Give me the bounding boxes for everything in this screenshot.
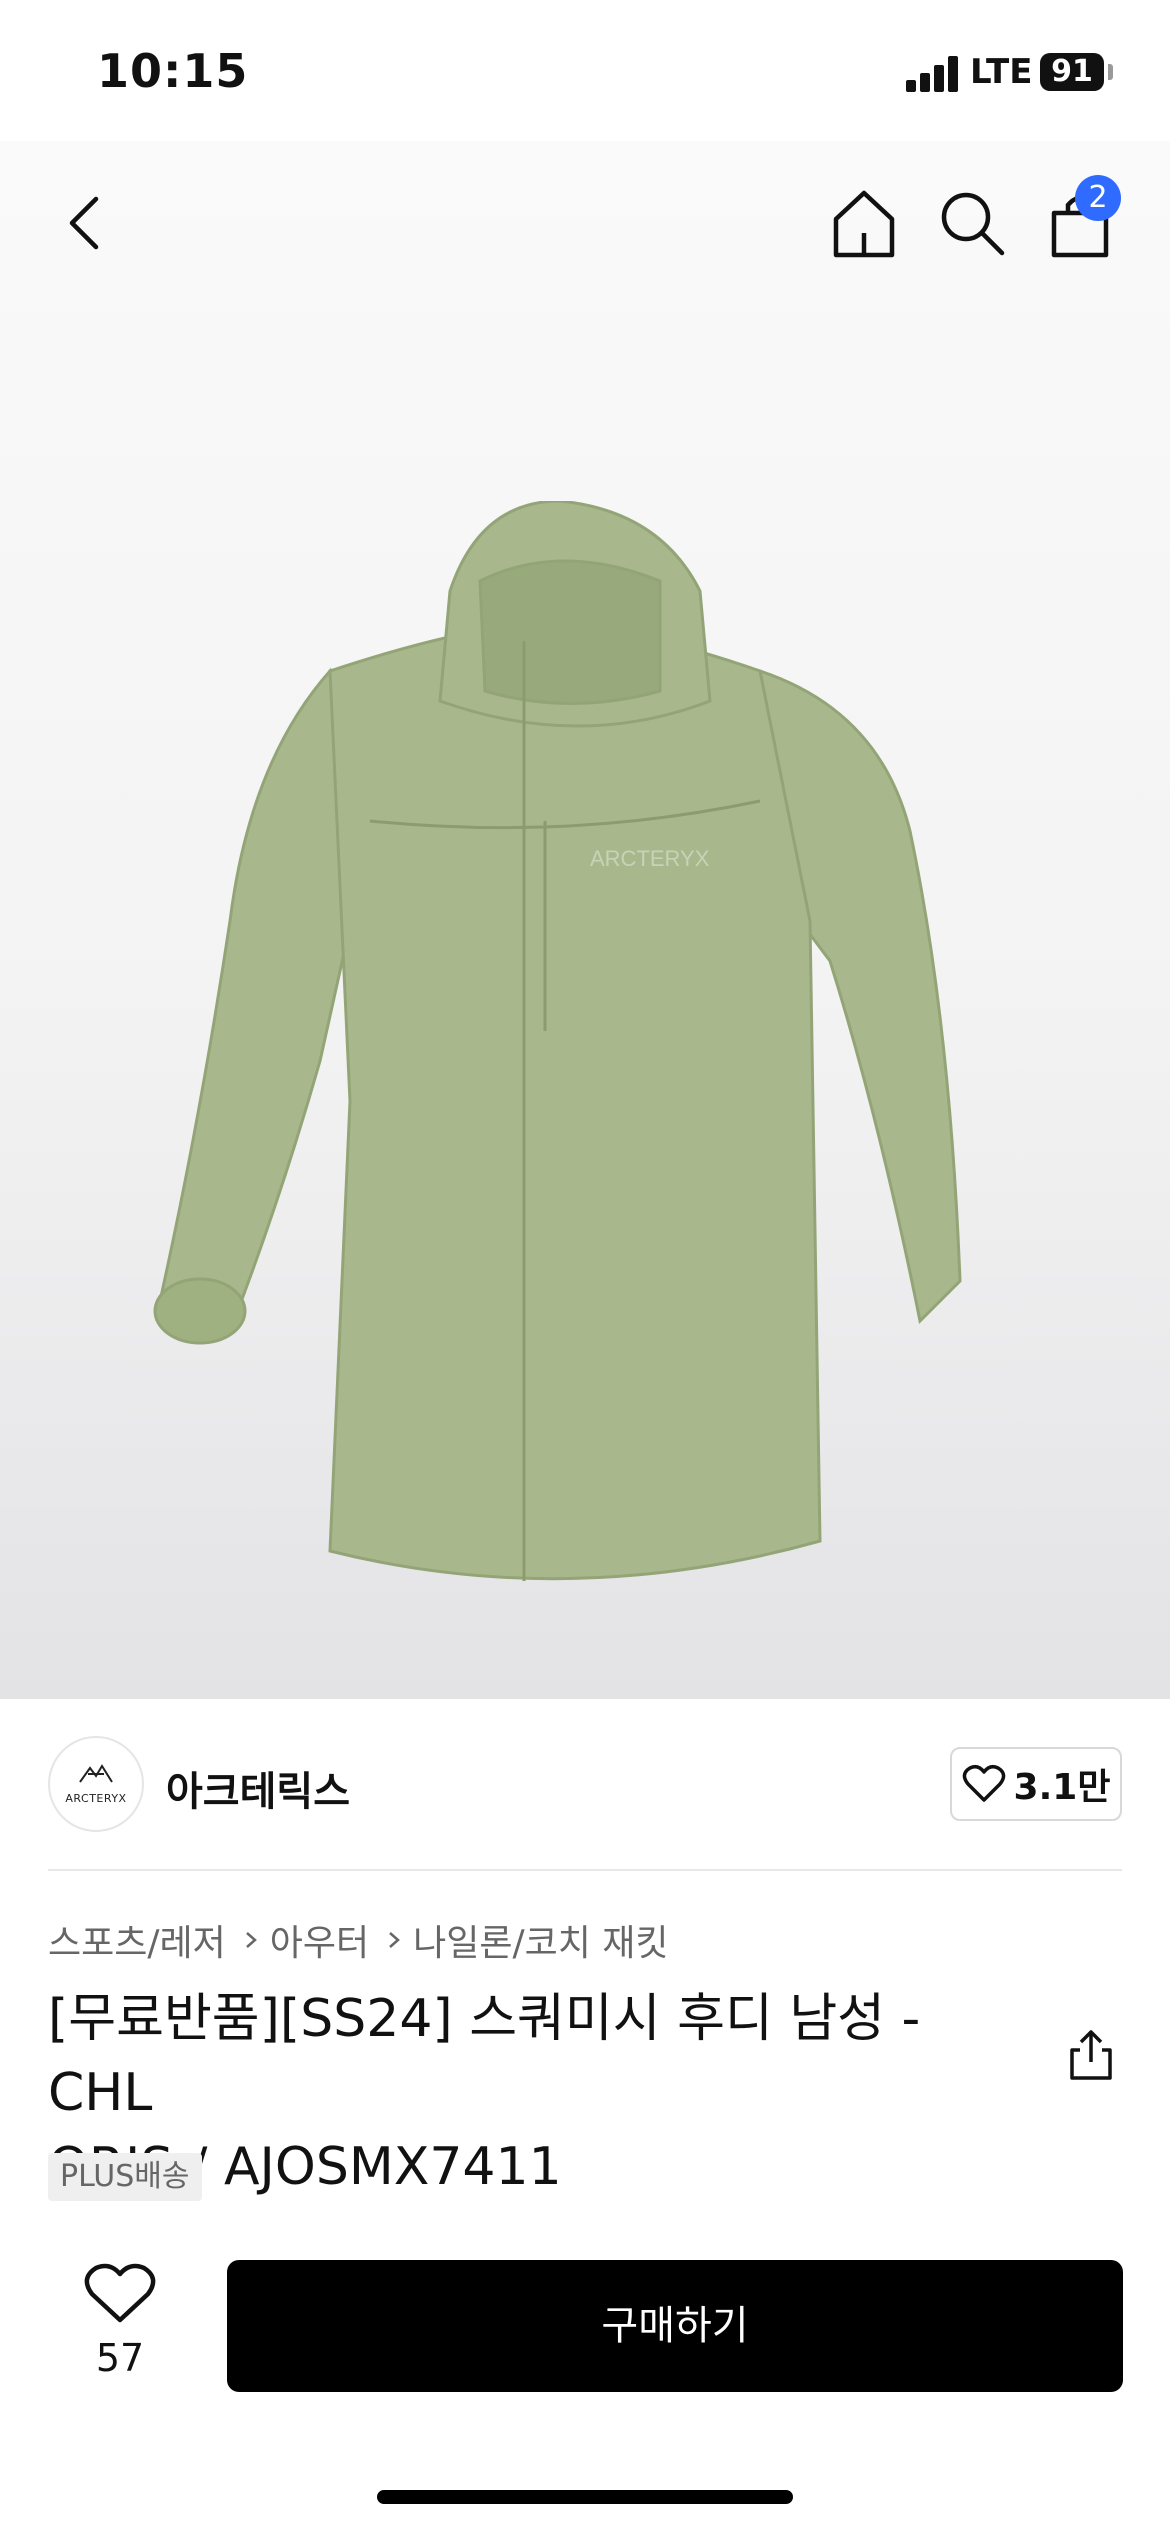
shipping-badge: PLUS배송 (48, 2153, 202, 2201)
status-time: 10:15 (97, 44, 249, 98)
battery-nub (1108, 64, 1113, 80)
brand-name[interactable]: 아크테릭스 (166, 1759, 350, 1817)
bird-logo-icon (79, 1764, 113, 1783)
brand-logo-text: ARCTERYX (65, 1792, 127, 1805)
battery-icon: 91 (1040, 53, 1104, 91)
home-icon[interactable] (824, 183, 904, 263)
wishlist-count: 57 (95, 2336, 145, 2380)
cart-count-badge: 2 (1075, 175, 1121, 221)
breadcrumb-item[interactable]: 아우터 (270, 1914, 369, 1966)
network-label: LTE (970, 52, 1033, 92)
status-bar: 10:15 LTE 91 (0, 0, 1170, 141)
brand-like-count: 3.1만 (1013, 1767, 1111, 1808)
heart-icon (962, 1764, 1005, 1802)
brand-like-button[interactable]: 3.1만 (950, 1747, 1122, 1821)
wishlist-heart-icon[interactable] (80, 2262, 160, 2326)
buy-button[interactable]: 구매하기 (227, 2260, 1123, 2392)
chevron-right-icon (389, 1932, 401, 1948)
chevron-right-icon (245, 1932, 257, 1948)
share-icon[interactable] (1066, 2028, 1116, 2084)
divider (48, 1869, 1122, 1871)
product-image[interactable]: 2 ARCTERYX (0, 141, 1170, 1699)
brand-row[interactable]: ARCTERYX 아크테릭스 3.1만 (0, 1699, 1170, 1871)
signal-icon (906, 56, 960, 92)
breadcrumb: 스포츠/레저 아우터 나일론/코치 재킷 (48, 1914, 669, 1966)
brand-logo[interactable]: ARCTERYX (48, 1736, 144, 1832)
breadcrumb-item[interactable]: 나일론/코치 재킷 (413, 1914, 668, 1966)
breadcrumb-item[interactable]: 스포츠/레저 (48, 1914, 226, 1966)
search-icon[interactable] (932, 183, 1012, 263)
svg-text:ARCTERYX: ARCTERYX (590, 846, 710, 871)
jacket-image: ARCTERYX (153, 501, 962, 1581)
home-indicator[interactable] (377, 2490, 793, 2504)
product-title-line: [무료반품][SS24] 스쿼미시 후디 남성 - CHL (48, 1989, 921, 2123)
back-icon[interactable] (46, 183, 126, 263)
